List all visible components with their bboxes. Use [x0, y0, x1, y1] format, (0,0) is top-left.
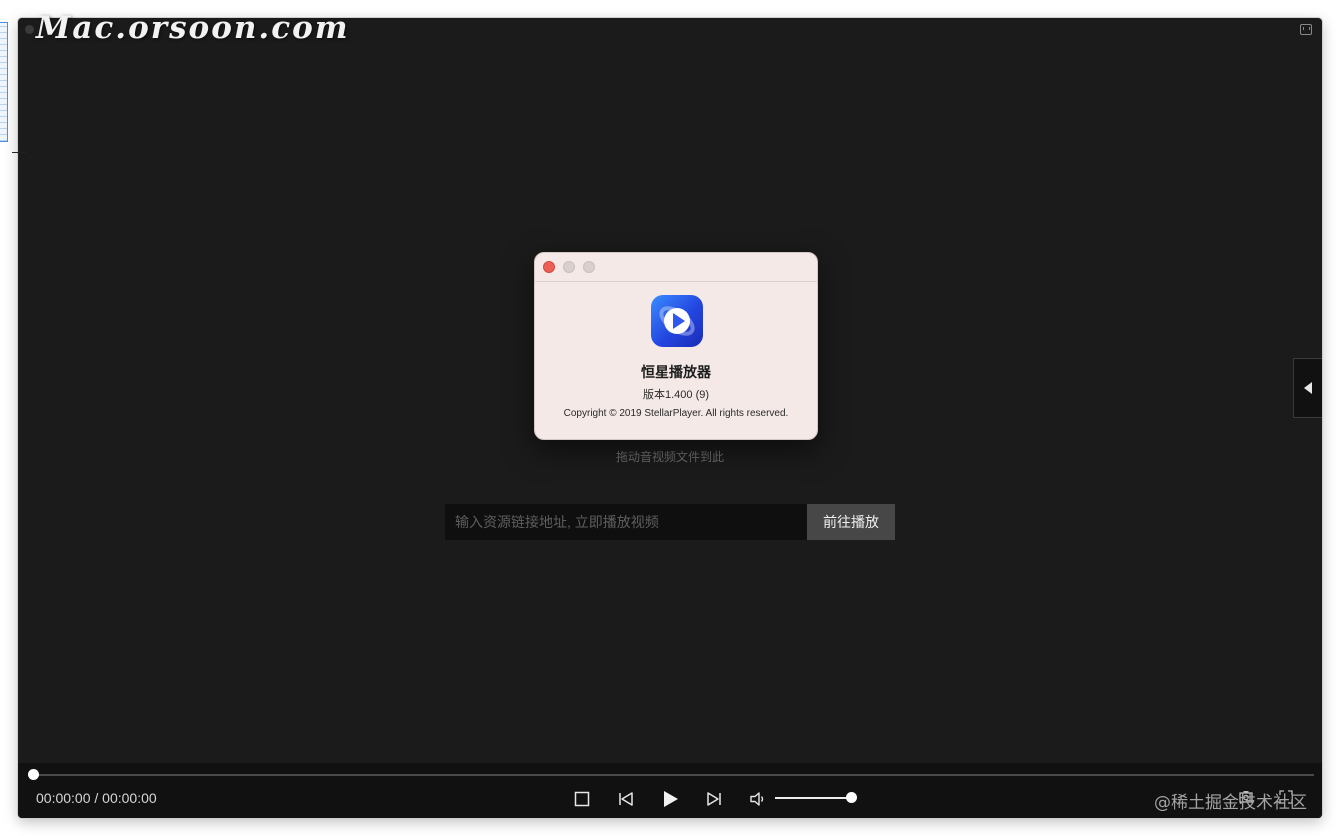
app-copyright: Copyright © 2019 StellarPlayer. All righ… [563, 408, 789, 419]
play-icon[interactable] [660, 789, 680, 809]
volume-track[interactable] [775, 797, 851, 799]
volume-handle[interactable] [846, 792, 857, 803]
site-watermark: Mac.orsoon.com [36, 10, 350, 46]
app-logo-icon [651, 295, 703, 347]
stop-icon[interactable] [572, 789, 592, 809]
picture-in-picture-icon[interactable] [1300, 24, 1312, 35]
skip-next-icon[interactable] [704, 789, 724, 809]
zoom-button[interactable] [583, 261, 595, 273]
side-panel-toggle[interactable] [1293, 358, 1322, 418]
app-name: 恒星播放器 [641, 364, 711, 380]
url-input[interactable] [445, 504, 807, 540]
window-traffic-light[interactable] [25, 25, 34, 34]
chevron-left-icon [1304, 382, 1312, 394]
side-window-edge [0, 22, 8, 142]
drop-hint: 拖动音视频文件到此 [615, 450, 724, 464]
go-play-button[interactable]: 前往播放 [807, 504, 895, 540]
crosshair-cursor-icon [12, 146, 26, 160]
progress-handle[interactable] [28, 769, 39, 780]
minimize-button[interactable] [563, 261, 575, 273]
volume-level [775, 797, 851, 799]
close-button[interactable] [543, 261, 555, 273]
source-watermark: @稀土掘金技术社区 [1154, 793, 1307, 813]
app-version: 版本1.400 (9) [642, 389, 710, 401]
skip-previous-icon[interactable] [616, 789, 636, 809]
url-bar: 前往播放 [445, 504, 895, 540]
dialog-titlebar [535, 253, 817, 282]
progress-track[interactable] [32, 774, 1314, 776]
control-bar: 00:00:00 / 00:00:00 [18, 763, 1322, 818]
volume-icon[interactable] [748, 789, 768, 809]
about-dialog: 恒星播放器 版本1.400 (9) Copyright © 2019 Stell… [534, 252, 818, 440]
time-readout: 00:00:00 / 00:00:00 [36, 790, 157, 806]
